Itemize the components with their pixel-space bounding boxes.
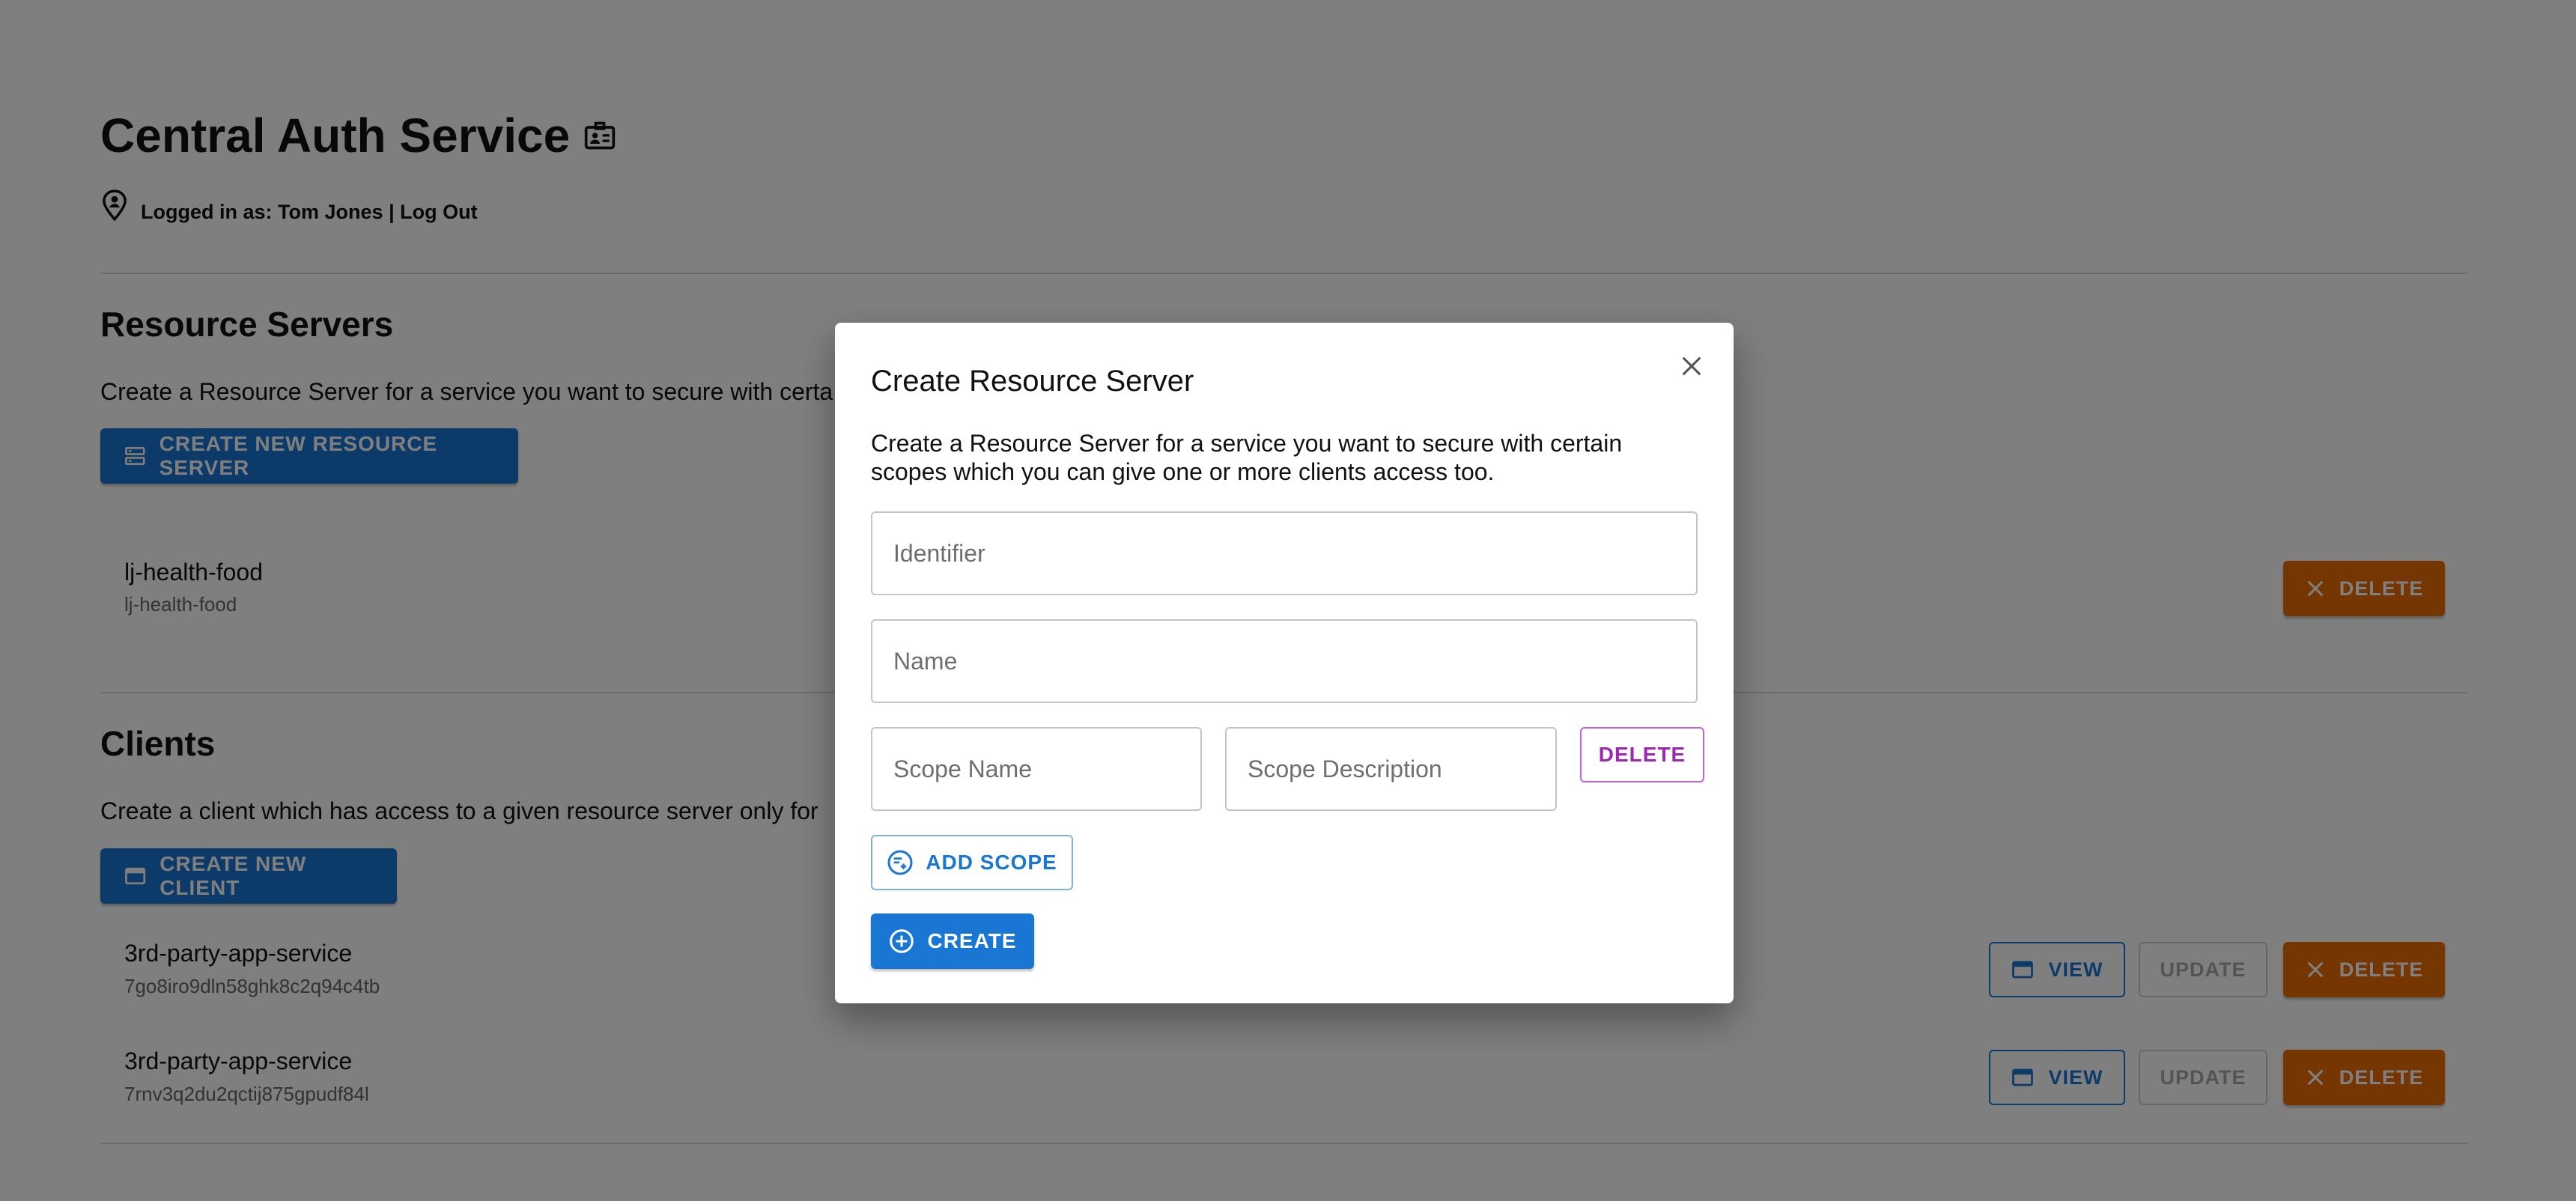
close-icon (1682, 356, 1701, 376)
dialog-description: Create a Resource Server for a service y… (871, 430, 1623, 485)
name-input[interactable] (872, 621, 1696, 702)
scope-name-field[interactable] (871, 727, 1202, 811)
identifier-input[interactable] (872, 513, 1696, 594)
add-scope-label: ADD SCOPE (926, 851, 1057, 874)
add-circle-icon (890, 929, 914, 953)
identifier-field[interactable] (871, 511, 1698, 595)
dialog-title: Create Resource Server (871, 365, 1194, 398)
add-scope-icon (887, 850, 913, 875)
scope-description-field[interactable] (1225, 727, 1557, 811)
create-label: CREATE (927, 929, 1017, 952)
create-resource-server-dialog: Create Resource Server Create a Resource… (835, 323, 1734, 1003)
create-button[interactable]: CREATE (871, 913, 1034, 969)
delete-scope-button[interactable]: DELETE (1580, 727, 1704, 782)
add-scope-button[interactable]: ADD SCOPE (871, 835, 1073, 890)
name-field[interactable] (871, 619, 1698, 703)
scope-description-input[interactable] (1227, 729, 1555, 809)
delete-scope-label: DELETE (1598, 743, 1686, 766)
close-dialog-button[interactable] (1671, 345, 1713, 387)
scope-name-input[interactable] (872, 729, 1200, 809)
